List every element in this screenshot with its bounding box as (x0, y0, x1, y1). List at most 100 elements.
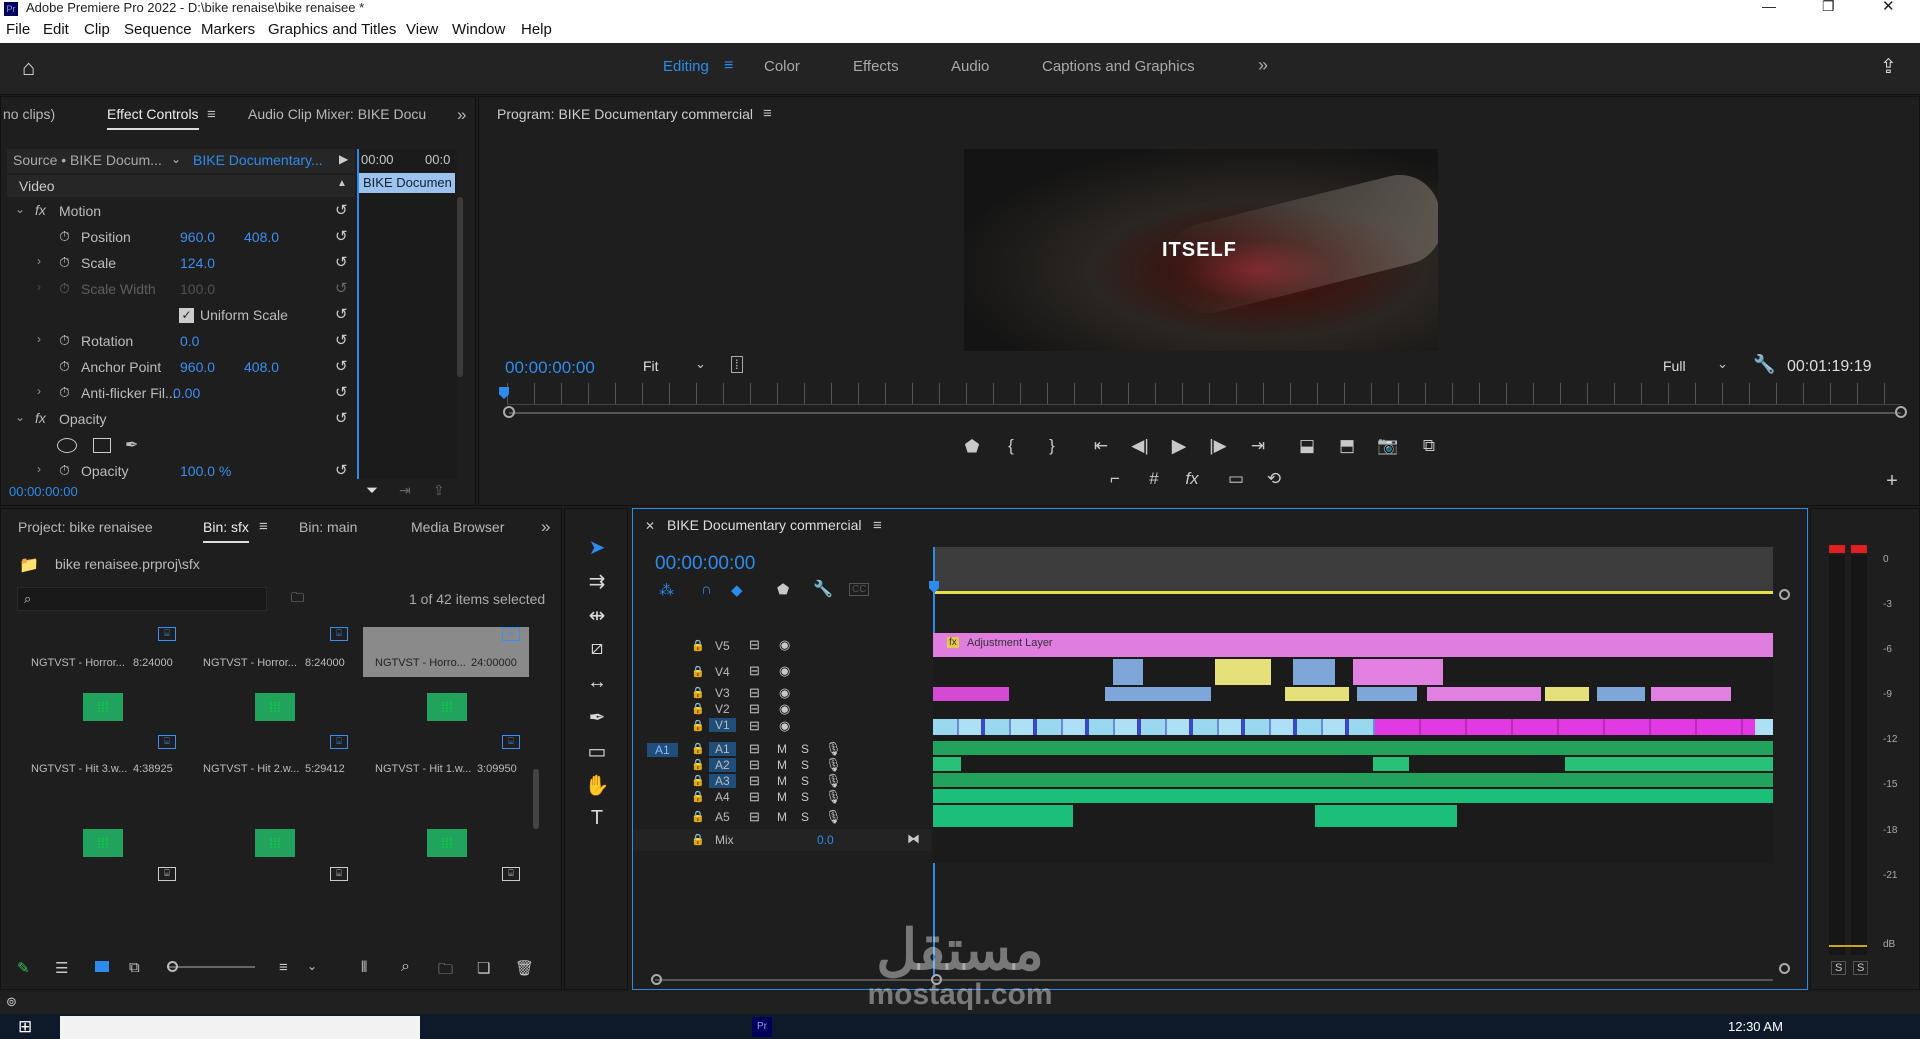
sync-lock-icon[interactable]: ⊟ (749, 718, 760, 734)
timeline-vscroll-handle[interactable] (1779, 589, 1790, 600)
zoom-handle-right[interactable] (1895, 406, 1907, 418)
microphone-icon[interactable]: 🎙 (825, 757, 842, 773)
solo-button[interactable]: S (801, 774, 809, 788)
program-zoom-bar[interactable] (509, 412, 1901, 414)
lock-icon[interactable]: 🔒 (691, 790, 705, 803)
v3-clip[interactable] (1357, 687, 1417, 701)
effect-row-anchor-point[interactable]: ⏱ Anchor Point 960.0 408.0 ↺ (7, 355, 359, 381)
add-button-icon[interactable]: + (1879, 470, 1905, 493)
v3-clip[interactable] (1105, 687, 1211, 701)
extract-icon[interactable]: ⬒ (1334, 436, 1360, 456)
track-label-target[interactable]: A2 (709, 758, 736, 772)
anchor-y-value[interactable]: 408.0 (244, 359, 279, 375)
lock-icon[interactable]: 🔒 (691, 758, 705, 771)
twirl-open-icon[interactable]: ⌄ (15, 202, 25, 216)
track-label[interactable]: A4 (715, 790, 730, 804)
workspace-more-icon[interactable]: » (1258, 55, 1268, 76)
find-icon[interactable]: ⌕ (401, 958, 410, 976)
lock-icon[interactable]: 🔒 (691, 810, 705, 823)
minimize-icon[interactable]: — (1762, 0, 1776, 14)
sequence-label[interactable]: BIKE Documentary... (193, 152, 323, 168)
menu-view[interactable]: View (406, 21, 438, 38)
close-icon[interactable]: ✕ (1882, 0, 1895, 15)
microphone-icon[interactable]: 🎙 (825, 773, 842, 789)
bin-tile-selected[interactable]: ⌸ NGTVST - Horro... 24:00000 (363, 627, 529, 677)
workspace-captions[interactable]: Captions and Graphics (1042, 58, 1195, 75)
rectangle-mask-icon[interactable] (93, 438, 111, 453)
effect-controls-menu-icon[interactable]: ≡ (207, 106, 216, 123)
panel-more-icon[interactable]: » (457, 105, 466, 125)
solo-button[interactable]: S (801, 790, 809, 804)
menu-edit[interactable]: Edit (43, 21, 69, 38)
effect-row-motion[interactable]: ⌄ fx Motion ↺ (7, 199, 359, 225)
effect-row-rotation[interactable]: › ⏱ Rotation 0.0 ↺ (7, 329, 359, 355)
camera-icon[interactable]: 📷 (1375, 436, 1401, 456)
bin-tile[interactable]: ⁞⁞⁞ ⌸ NGTVST - Hit 1.w... 3:09950 (363, 681, 529, 811)
filter-icon[interactable]: ⏷ (366, 482, 378, 499)
menu-file[interactable]: File (6, 21, 30, 38)
mix-value[interactable]: 0.0 (817, 833, 834, 847)
captions-icon[interactable]: CC (849, 583, 870, 596)
menu-window[interactable]: Window (452, 21, 505, 38)
tab-project[interactable]: Project: bike renaisee (18, 519, 153, 535)
tab-bin-main[interactable]: Bin: main (299, 519, 357, 535)
new-search-bin-icon[interactable]: 🗀 (291, 589, 304, 611)
work-area-bar[interactable] (933, 591, 1773, 594)
mute-button[interactable]: M (777, 790, 787, 804)
quality-dropdown[interactable]: Full ⌄ (1655, 356, 1735, 378)
effect-scrollbar[interactable] (457, 197, 463, 377)
chevron-down-icon[interactable]: ⌄ (307, 959, 317, 973)
compare-view-icon[interactable]: ⧉ (1416, 436, 1442, 456)
bin-tile[interactable]: ⁞⁞⁞ ⌸ (19, 817, 189, 927)
solo-button[interactable]: S (801, 758, 809, 772)
sync-lock-icon[interactable]: ⊟ (749, 773, 760, 789)
eye-icon[interactable]: ◉ (779, 701, 790, 717)
step-forward-icon[interactable]: |▶ (1205, 436, 1231, 456)
trim-icon[interactable]: ⌐ (1102, 469, 1128, 489)
timeline-menu-icon[interactable]: ≡ (873, 517, 882, 534)
solo-left-button[interactable]: S (1831, 961, 1847, 975)
track-label[interactable]: V3 (715, 686, 730, 700)
v3-clip[interactable] (1597, 687, 1645, 701)
workspace-color[interactable]: Color (764, 58, 800, 75)
effect-row-opacity[interactable]: ⌄ fx Opacity ↺ (7, 407, 359, 433)
opacity-value[interactable]: 100.0 % (180, 463, 231, 479)
bin-tile[interactable]: ⁞⁞⁞ ⌸ NGTVST - Hit 3.w... 4:38925 (19, 681, 189, 811)
home-icon[interactable]: ⌂ (22, 55, 35, 81)
menu-clip[interactable]: Clip (84, 21, 110, 38)
v4-clip[interactable] (1353, 659, 1443, 685)
share-icon[interactable]: ⇪ (1880, 54, 1897, 79)
mute-button[interactable]: M (777, 774, 787, 788)
tab-audio-clip-mixer[interactable]: Audio Clip Mixer: BIKE Docu (248, 106, 426, 122)
linked-selection-icon[interactable]: ∩ (701, 581, 712, 598)
safe-area-icon[interactable]: ▭ (1223, 469, 1249, 489)
mini-clip-bar[interactable]: BIKE Documen (359, 173, 455, 193)
menu-sequence[interactable]: Sequence (124, 21, 192, 38)
effect-row-opacity-value[interactable]: › ⏱ Opacity 100.0 % ↺ (7, 459, 359, 485)
timeline-title[interactable]: BIKE Documentary commercial (667, 517, 862, 533)
pen-mask-icon[interactable]: ✒ (125, 435, 138, 455)
lock-icon[interactable]: 🔒 (691, 639, 705, 652)
anti-flicker-value[interactable]: 0.00 (173, 385, 200, 401)
twirl-closed-icon[interactable]: › (37, 462, 41, 476)
workspace-editing[interactable]: Editing (663, 58, 709, 75)
premiere-taskbar-icon[interactable]: Pr (752, 1017, 772, 1037)
sync-lock-icon[interactable]: ⊟ (749, 789, 760, 805)
rectangle-tool-icon[interactable]: ▭ (581, 739, 613, 767)
reset-icon[interactable]: ↺ (335, 409, 348, 427)
v4-clip[interactable] (1293, 659, 1335, 685)
effect-row-anti-flicker[interactable]: › ⏱ Anti-flicker Fil... 0.00 ↺ (7, 381, 359, 407)
eye-icon[interactable]: ◉ (779, 663, 790, 679)
source-label[interactable]: Source • BIKE Docum... (13, 152, 162, 168)
bin-menu-icon[interactable]: ≡ (259, 518, 268, 535)
new-item-icon[interactable]: ❏ (477, 959, 490, 977)
track-label[interactable]: V5 (715, 639, 730, 653)
v4-clip[interactable] (1215, 659, 1271, 685)
mute-button[interactable]: M (777, 742, 787, 756)
lock-icon[interactable]: 🔒 (691, 686, 705, 699)
timeline-timecode[interactable]: 00:00:00:00 (655, 553, 755, 575)
a5-clip[interactable] (1315, 805, 1457, 827)
taskbar-search[interactable] (60, 1016, 420, 1039)
anchor-x-value[interactable]: 960.0 (180, 359, 215, 375)
solo-button[interactable]: S (801, 742, 809, 756)
